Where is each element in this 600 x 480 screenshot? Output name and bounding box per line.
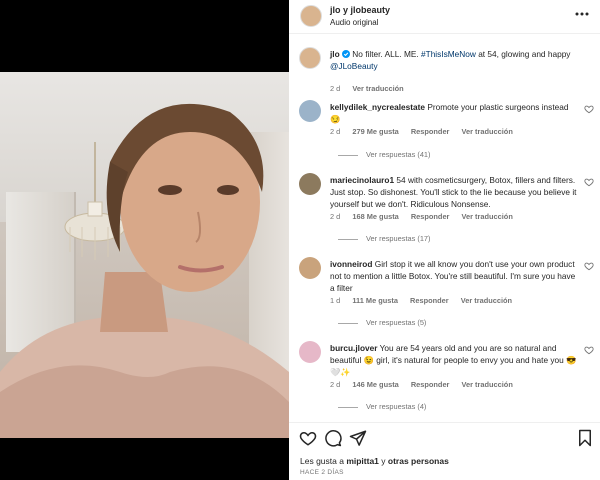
- comment-text: mariecinolauro1 54 with cosmeticsurgery,…: [330, 174, 580, 211]
- comment-username[interactable]: mariecinolauro1: [330, 175, 394, 185]
- caption-translate[interactable]: Ver traducción: [352, 84, 403, 93]
- comment-likes[interactable]: 168 Me gusta: [352, 212, 398, 221]
- comment-text: kellydilek_nycrealestate Promote your pl…: [330, 101, 580, 125]
- caption-avatar[interactable]: [299, 47, 321, 69]
- comment-avatar[interactable]: [299, 100, 321, 122]
- comment-meta: 2 d 279 Me gusta Responder Ver traducció…: [330, 127, 523, 136]
- likes-summary: Les gusta a mipitta1 y otras personas: [300, 456, 449, 466]
- caption-time[interactable]: 2 d: [330, 84, 340, 93]
- comment-reply-button[interactable]: Responder: [411, 127, 450, 136]
- post-photo[interactable]: [0, 72, 289, 438]
- media-pane: [0, 0, 289, 480]
- likes-others-link[interactable]: otras personas: [388, 456, 449, 466]
- comment-like-icon[interactable]: [584, 177, 594, 187]
- comment-time[interactable]: 2 d: [330, 127, 340, 136]
- comment-avatar[interactable]: [299, 257, 321, 279]
- view-replies-button[interactable]: Ver respuestas (17): [338, 234, 431, 243]
- comment-translate[interactable]: Ver traducción: [462, 380, 513, 389]
- caption-hashtag[interactable]: #ThisIsMeNow: [421, 49, 476, 59]
- verified-badge-icon: [342, 50, 350, 58]
- comment-likes[interactable]: 111 Me gusta: [352, 296, 398, 305]
- comment-text: burcu.jlover You are 54 years old and yo…: [330, 342, 580, 379]
- comment-text: ivonneirod Girl stop it we all know you …: [330, 258, 580, 295]
- comment-translate[interactable]: Ver traducción: [461, 296, 512, 305]
- view-replies-button[interactable]: Ver respuestas (4): [338, 402, 426, 411]
- caption-username[interactable]: jlo: [330, 49, 340, 59]
- post-date[interactable]: HACE 2 DÍAS: [300, 469, 344, 476]
- comment-reply-button[interactable]: Responder: [410, 296, 449, 305]
- comment-username[interactable]: burcu.jlover: [330, 343, 378, 353]
- post-header: jlo y jlobeauty Audio original: [289, 0, 600, 34]
- comment-username[interactable]: ivonneirod: [330, 259, 372, 269]
- comment-translate[interactable]: Ver traducción: [462, 212, 513, 221]
- comment-like-icon[interactable]: [584, 104, 594, 114]
- action-bar: Les gusta a mipitta1 y otras personas HA…: [289, 422, 600, 480]
- photo-person: [0, 103, 289, 438]
- comment-translate[interactable]: Ver traducción: [462, 127, 513, 136]
- comment-avatar[interactable]: [299, 173, 321, 195]
- post-panel: jlo y jlobeauty Audio original jlo No fi…: [289, 0, 600, 480]
- author-usernames[interactable]: jlo y jlobeauty: [330, 5, 390, 15]
- send-icon[interactable]: [349, 429, 367, 447]
- view-replies-button[interactable]: Ver respuestas (5): [338, 318, 426, 327]
- comment-likes[interactable]: 279 Me gusta: [352, 127, 398, 136]
- comments-list[interactable]: jlo No filter. ALL. ME. #ThisIsMeNow at …: [289, 34, 600, 422]
- comment-avatar[interactable]: [299, 341, 321, 363]
- comment-reply-button[interactable]: Responder: [411, 380, 450, 389]
- comment-like-icon[interactable]: [584, 261, 594, 271]
- comment-meta: 2 d 146 Me gusta Responder Ver traducció…: [330, 380, 523, 389]
- comment-icon[interactable]: [324, 429, 342, 447]
- comment-meta: 2 d 168 Me gusta Responder Ver traducció…: [330, 212, 523, 221]
- comment-reply-button[interactable]: Responder: [411, 212, 450, 221]
- caption-meta: 2 d Ver traducción: [330, 84, 414, 93]
- comment-time[interactable]: 2 d: [330, 212, 340, 221]
- heart-icon[interactable]: [299, 429, 317, 447]
- bookmark-icon[interactable]: [576, 429, 594, 447]
- comment-like-icon[interactable]: [584, 345, 594, 355]
- comment-time[interactable]: 1 d: [330, 296, 340, 305]
- likes-suffix: y: [378, 456, 388, 466]
- caption-text-before: No filter. ALL. ME.: [350, 49, 422, 59]
- comment-time[interactable]: 2 d: [330, 380, 340, 389]
- comment-username[interactable]: kellydilek_nycrealestate: [330, 102, 425, 112]
- likes-user-link[interactable]: mipitta1: [346, 456, 379, 466]
- caption-text-middle: at 54, glowing and happy: [475, 49, 571, 59]
- comment-likes[interactable]: 146 Me gusta: [352, 380, 398, 389]
- comment-meta: 1 d 111 Me gusta Responder Ver traducció…: [330, 296, 522, 305]
- view-replies-button[interactable]: Ver respuestas (41): [338, 150, 431, 159]
- author-avatar[interactable]: [300, 5, 322, 27]
- caption-text: jlo No filter. ALL. ME. #ThisIsMeNow at …: [330, 48, 580, 72]
- likes-prefix: Les gusta a: [300, 456, 347, 466]
- more-horizontal-icon[interactable]: [574, 6, 590, 22]
- audio-label[interactable]: Audio original: [330, 18, 378, 27]
- caption-mention[interactable]: @JLoBeauty: [330, 61, 378, 71]
